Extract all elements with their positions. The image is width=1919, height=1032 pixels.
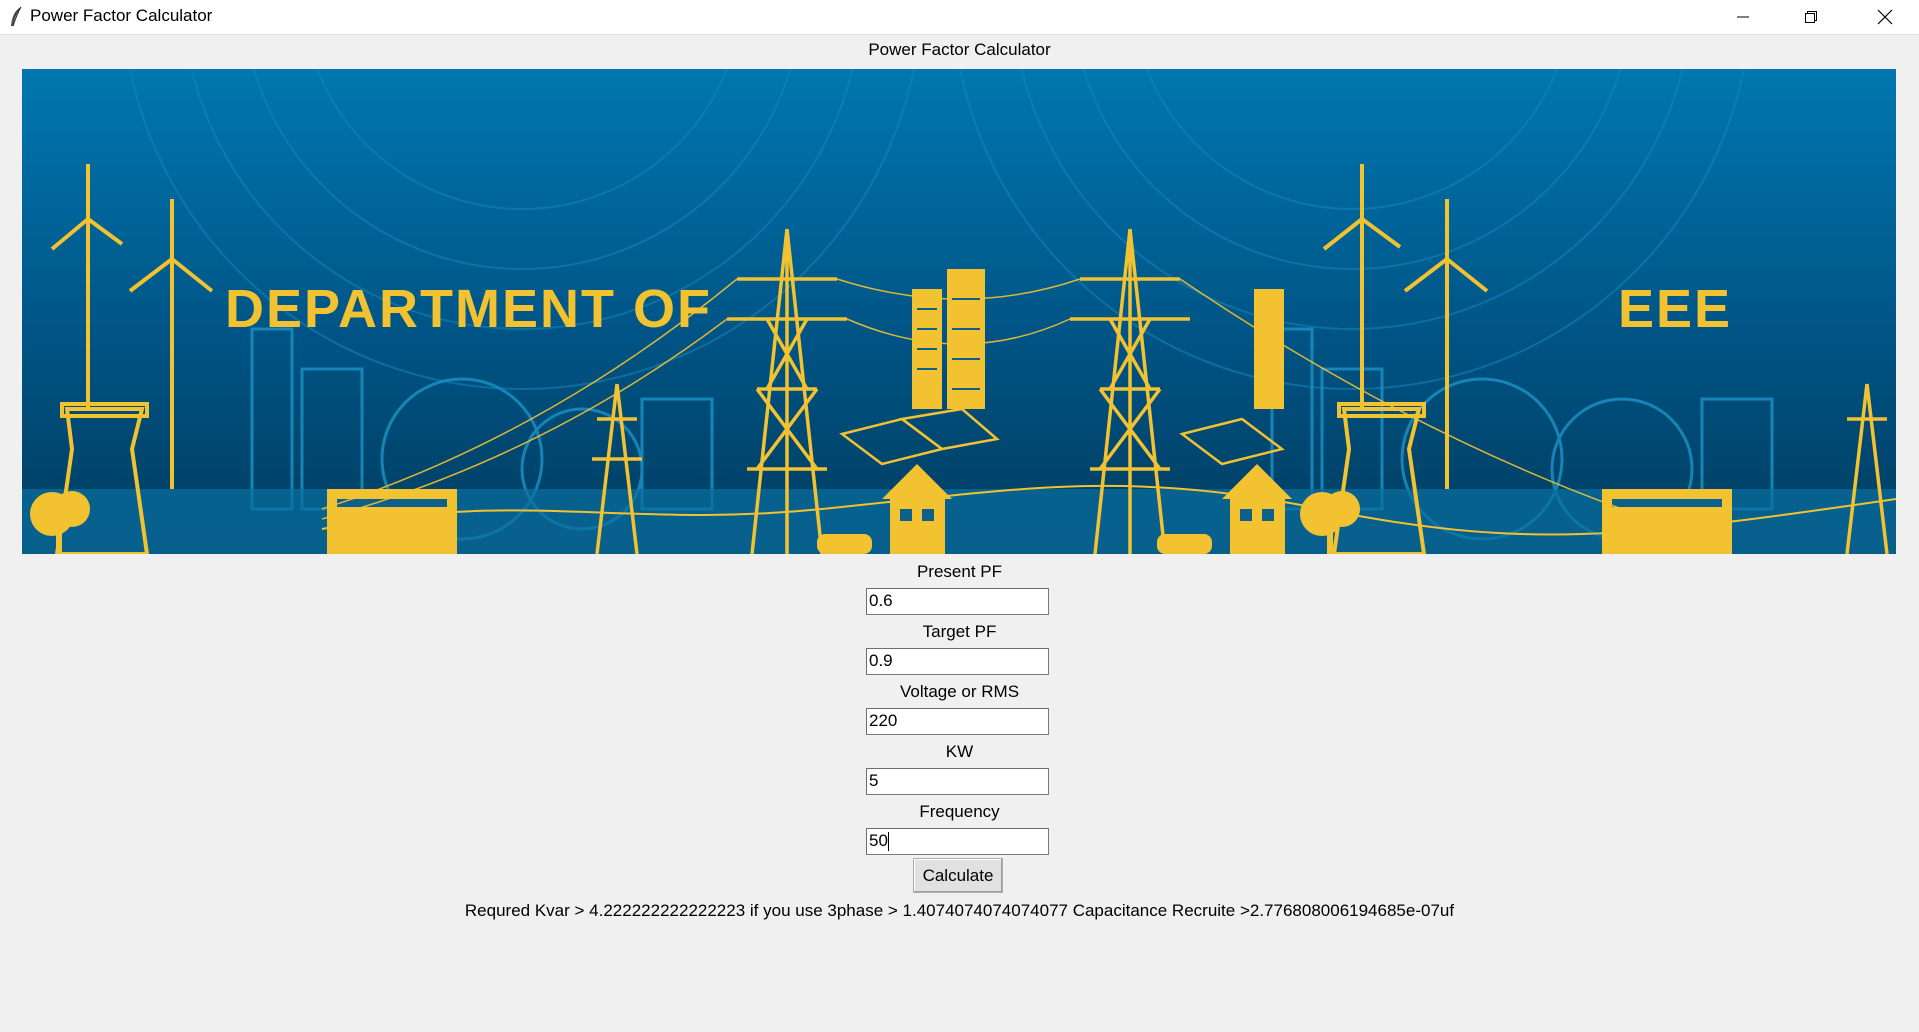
text-caret xyxy=(887,832,889,852)
present-pf-input[interactable]: 0.6 xyxy=(866,588,1049,615)
app-heading: Power Factor Calculator xyxy=(868,40,1051,59)
feather-icon xyxy=(11,6,22,27)
title-bar: Power Factor Calculator xyxy=(0,0,1919,35)
frequency-label: Frequency xyxy=(919,802,1000,821)
close-icon xyxy=(1877,9,1893,25)
voltage-label: Voltage or RMS xyxy=(899,682,1020,701)
window-title: Power Factor Calculator xyxy=(30,6,213,25)
present-pf-label: Present PF xyxy=(916,562,1003,581)
frequency-value: 50 xyxy=(869,831,888,850)
minimize-icon xyxy=(1737,16,1749,18)
calculate-button[interactable]: Calculate xyxy=(913,858,1003,893)
close-button[interactable] xyxy=(1851,0,1919,34)
result-text: Requred Kvar > 4.222222222222223 if you … xyxy=(464,901,1455,920)
frequency-input[interactable]: 50 xyxy=(866,828,1049,855)
kw-label: KW xyxy=(945,742,974,761)
department-banner: DEPARTMENT OF EEE xyxy=(22,69,1896,554)
minimize-button[interactable] xyxy=(1709,0,1777,34)
kw-input[interactable]: 5 xyxy=(866,768,1049,795)
voltage-input[interactable]: 220 xyxy=(866,708,1049,735)
banner-right-text: EEE xyxy=(1618,279,1732,339)
restore-icon xyxy=(1805,11,1817,23)
restore-button[interactable] xyxy=(1777,0,1845,34)
banner-left-text: DEPARTMENT OF xyxy=(225,279,712,339)
target-pf-label: Target PF xyxy=(922,622,997,641)
target-pf-input[interactable]: 0.9 xyxy=(866,648,1049,675)
